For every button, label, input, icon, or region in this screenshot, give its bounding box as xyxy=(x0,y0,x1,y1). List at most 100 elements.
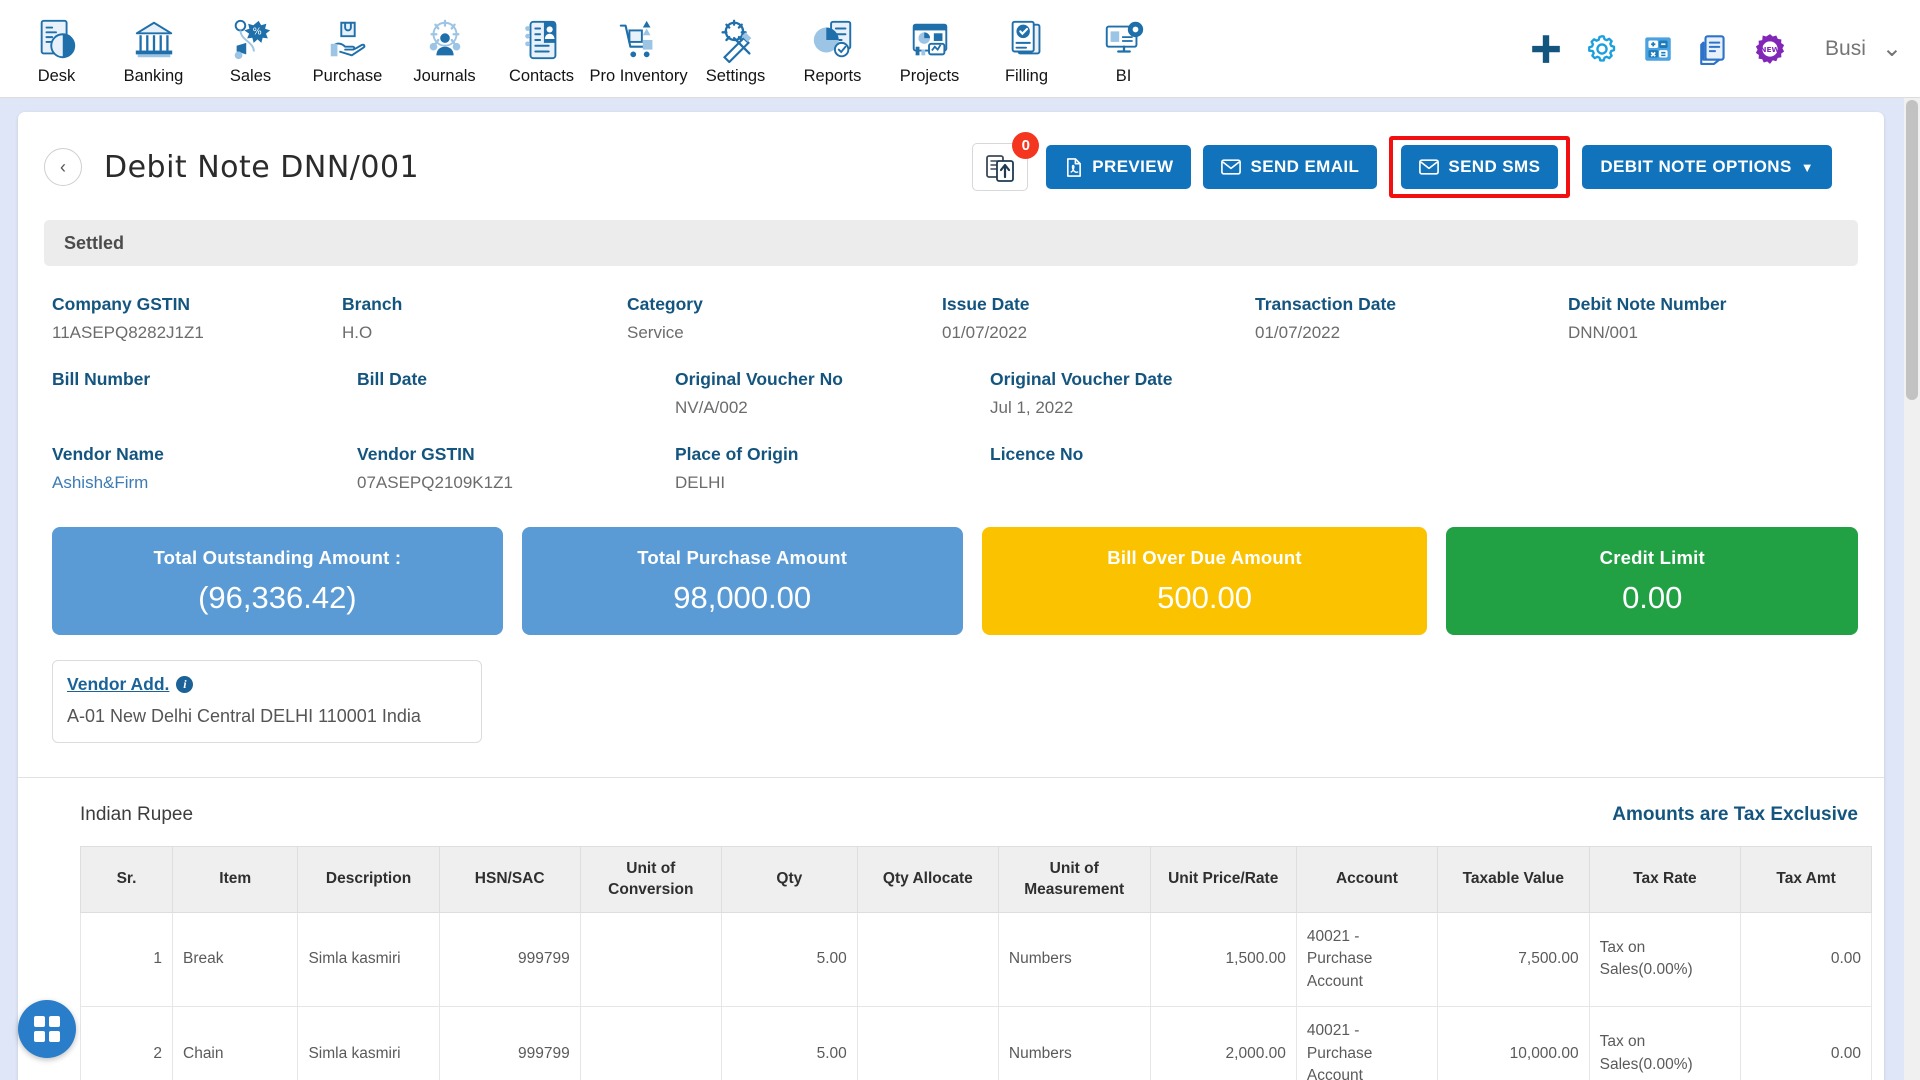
nav-label: Sales xyxy=(229,67,272,85)
nav-item-banking[interactable]: Banking xyxy=(105,11,202,86)
scrollbar-thumb[interactable] xyxy=(1906,100,1918,400)
nav-item-pro-inventory[interactable]: Pro Inventory xyxy=(589,11,688,86)
status-badge: Settled xyxy=(64,232,125,253)
document-icon[interactable] xyxy=(1697,32,1731,66)
nav-item-purchase[interactable]: Purchase xyxy=(299,11,396,86)
svg-text:%: % xyxy=(252,26,261,37)
items-section-header: Indian Rupee Amounts are Tax Exclusive xyxy=(18,778,1884,826)
nav-item-reports[interactable]: Reports xyxy=(784,11,881,86)
debit-note-card: ‹ Debit Note DNN/001 0 PREVIEW SEND EMAI… xyxy=(18,112,1884,1080)
table-row: 1 Break Simla kasmiri 999799 5.00 Number… xyxy=(80,911,1872,1008)
field-value xyxy=(357,397,675,417)
col-item: Item xyxy=(171,846,299,913)
nav-label: Contacts xyxy=(508,67,575,85)
cell-description: Simla kasmiri xyxy=(297,1006,440,1080)
plus-icon[interactable] xyxy=(1529,32,1563,66)
card-value: (96,336.42) xyxy=(198,579,357,615)
preview-label: PREVIEW xyxy=(1092,157,1174,176)
chevron-down-icon: ⌄ xyxy=(1881,34,1902,62)
col-account: Account xyxy=(1295,846,1439,913)
line-items-table: Sr. Item Description HSN/SAC Unit of Con… xyxy=(80,846,1872,1080)
cell-sr: 2 xyxy=(80,1006,173,1080)
cell-unit-conversion xyxy=(579,1006,722,1080)
nav-item-desk[interactable]: Desk xyxy=(8,11,105,86)
attachment-wrapper: 0 xyxy=(972,132,1040,191)
send-email-button[interactable]: SEND EMAIL xyxy=(1203,145,1378,189)
bi-icon xyxy=(1105,21,1143,53)
caret-down-icon: ▼ xyxy=(1800,159,1814,175)
projects-icon xyxy=(912,23,947,56)
field-vendor-name: Vendor Name Ashish&Firm xyxy=(52,444,357,493)
nav-item-sales[interactable]: % Sales xyxy=(202,11,299,86)
cell-qty: 5.00 xyxy=(720,911,858,1008)
col-unit-of-conversion: Unit of Conversion xyxy=(579,846,722,913)
cell-qty-allocate xyxy=(856,911,999,1008)
gear-icon[interactable] xyxy=(1585,32,1619,66)
upload-icon xyxy=(986,155,1015,182)
field-bill-date: Bill Date xyxy=(357,369,675,418)
cell-uom: Numbers xyxy=(997,911,1151,1008)
field-debit-note-number: Debit Note Number DNN/001 xyxy=(1568,294,1726,343)
field-vendor-gstin: Vendor GSTIN 07ASEPQ2109K1Z1 xyxy=(357,444,675,493)
field-value: DNN/001 xyxy=(1568,322,1638,342)
debit-note-options-button[interactable]: DEBIT NOTE OPTIONS ▼ xyxy=(1582,145,1832,189)
nav-item-journals[interactable]: Journals xyxy=(396,11,493,86)
card-credit-limit: Credit Limit 0.00 xyxy=(1446,527,1858,636)
field-original-voucher-date: Original Voucher Date Jul 1, 2022 xyxy=(990,369,1173,418)
calculator-icon[interactable] xyxy=(1641,32,1675,66)
attachment-count-badge: 0 xyxy=(1012,132,1040,159)
nav-item-contacts[interactable]: Contacts xyxy=(493,11,590,86)
nav-label: Banking xyxy=(123,67,184,85)
table-header-row: Sr. Item Description HSN/SAC Unit of Con… xyxy=(80,846,1872,913)
field-value: DELHI xyxy=(675,473,726,493)
field-value: 01/07/2022 xyxy=(942,322,1028,342)
card-title: Credit Limit xyxy=(1599,546,1705,568)
business-selector[interactable]: Busi ⌄ xyxy=(1825,34,1902,62)
currency-label: Indian Rupee xyxy=(80,804,194,826)
desk-icon xyxy=(40,19,75,59)
meta-details: Company GSTIN 11ASEPQ8282J1Z1 Branch H.O… xyxy=(18,266,1884,493)
send-sms-button[interactable]: SEND SMS xyxy=(1401,145,1559,189)
cell-item-link[interactable]: Break xyxy=(171,911,299,1008)
banking-icon xyxy=(135,21,172,58)
nav-item-bi[interactable]: BI xyxy=(1075,11,1172,86)
vendor-address-link[interactable]: Vendor Add. i xyxy=(67,674,194,695)
field-branch: Branch H.O xyxy=(342,294,627,343)
nav-item-filling[interactable]: Filling xyxy=(978,11,1075,86)
quick-actions-fab[interactable] xyxy=(18,1000,76,1058)
nav-label: Pro Inventory xyxy=(589,67,688,85)
field-label: Transaction Date xyxy=(1255,294,1397,314)
card-total-outstanding-amount: Total Outstanding Amount : (96,336.42) xyxy=(52,527,503,636)
page-background: ‹ Debit Note DNN/001 0 PREVIEW SEND EMAI… xyxy=(0,98,1920,1080)
nav-item-settings[interactable]: Settings xyxy=(687,11,784,86)
cell-tax-rate: Tax on Sales(0.00%) xyxy=(1588,1006,1742,1080)
field-bill-number: Bill Number xyxy=(52,369,357,418)
cell-taxable-value: 7,500.00 xyxy=(1437,911,1590,1008)
field-issue-date: Issue Date 01/07/2022 xyxy=(942,294,1255,343)
back-chevron-icon: ‹ xyxy=(60,156,66,177)
cell-unit-conversion xyxy=(579,911,722,1008)
meta-row-2: Bill Number Bill Date Original Voucher N… xyxy=(52,369,1858,418)
status-bar: Settled xyxy=(44,220,1858,266)
vendor-name-link[interactable]: Ashish&Firm xyxy=(52,472,357,493)
field-label: Place of Origin xyxy=(675,444,799,465)
page-scrollbar[interactable] xyxy=(1904,98,1920,1080)
table-row: 2 Chain Simla kasmiri 999799 5.00 Number… xyxy=(80,1006,1872,1080)
cell-tax-rate: Tax on Sales(0.00%) xyxy=(1588,911,1742,1008)
nav-items: Desk Banking % Sales Purchase Journals C… xyxy=(0,11,1172,86)
info-icon[interactable]: i xyxy=(176,676,194,694)
preview-button[interactable]: PREVIEW xyxy=(1046,145,1192,189)
nav-item-projects[interactable]: Projects xyxy=(881,11,978,86)
card-value: 98,000.00 xyxy=(673,579,812,615)
back-button[interactable]: ‹ xyxy=(44,148,82,186)
top-navigation-bar: Desk Banking % Sales Purchase Journals C… xyxy=(0,0,1920,98)
field-value: Service xyxy=(627,322,684,342)
cell-item-link[interactable]: Chain xyxy=(171,1006,299,1080)
new-badge-icon[interactable]: NEW xyxy=(1753,32,1787,66)
field-label: Original Voucher No xyxy=(675,369,843,390)
business-name: Busi xyxy=(1825,36,1866,60)
envelope-icon xyxy=(1419,159,1440,175)
col-tax-rate: Tax Rate xyxy=(1588,846,1742,913)
col-sr: Sr. xyxy=(80,846,173,913)
nav-label: Journals xyxy=(413,67,476,85)
